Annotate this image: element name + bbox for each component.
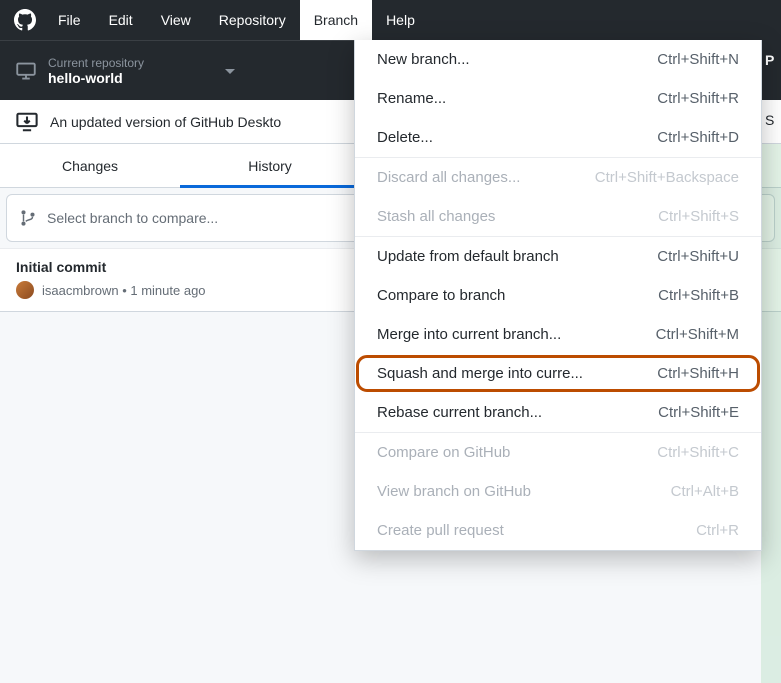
menu-item-shortcut: Ctrl+Alt+B	[671, 483, 739, 500]
menu-item-label: Stash all changes	[377, 208, 495, 225]
menu-edit[interactable]: Edit	[95, 0, 147, 40]
menu-view[interactable]: View	[147, 0, 205, 40]
current-repository-selector[interactable]: Current repository hello-world	[0, 41, 252, 100]
branch-menu-update-from-default-branch[interactable]: Update from default branch Ctrl+Shift+U	[355, 237, 761, 276]
menu-item-shortcut: Ctrl+R	[696, 522, 739, 539]
menu-item-shortcut: Ctrl+Shift+H	[657, 365, 739, 382]
menu-item-label: View branch on GitHub	[377, 483, 531, 500]
banner-text: An updated version of GitHub Deskto	[50, 114, 281, 130]
branch-menu-merge-into-current-branch[interactable]: Merge into current branch... Ctrl+Shift+M	[355, 315, 761, 354]
branch-menu-rebase-current-branch[interactable]: Rebase current branch... Ctrl+Shift+E	[355, 393, 761, 432]
menu-item-label: Compare on GitHub	[377, 444, 510, 461]
menu-item-shortcut: Ctrl+Shift+N	[657, 51, 739, 68]
branch-menu-compare-on-github: Compare on GitHub Ctrl+Shift+C	[355, 433, 761, 472]
branch-menu-discard-all-changes: Discard all changes... Ctrl+Shift+Backspa…	[355, 158, 761, 197]
branch-menu-squash-and-merge-into-curre[interactable]: Squash and merge into curre... Ctrl+Shift…	[355, 354, 761, 393]
github-logo-icon	[14, 9, 36, 31]
menu-help[interactable]: Help	[372, 0, 429, 40]
tab-history[interactable]: History	[180, 144, 360, 187]
menu-item-label: Rebase current branch...	[377, 404, 542, 421]
clipped-detail-pane	[761, 144, 781, 683]
menu-item-shortcut: Ctrl+Shift+R	[657, 90, 739, 107]
menu-item-label: New branch...	[377, 51, 470, 68]
menu-item-label: Delete...	[377, 129, 433, 146]
chevron-down-icon	[144, 65, 236, 77]
branch-select-placeholder: Select branch to compare...	[47, 210, 218, 226]
menu-item-label: Rename...	[377, 90, 446, 107]
menu-item-shortcut: Ctrl+Shift+B	[658, 287, 739, 304]
menu-item-shortcut: Ctrl+Shift+Backspace	[595, 169, 739, 186]
commit-time: 1 minute ago	[130, 283, 205, 298]
repo-label: Current repository	[48, 56, 144, 70]
branch-menu-new-branch[interactable]: New branch... Ctrl+Shift+N	[355, 40, 761, 79]
branch-menu-compare-to-branch[interactable]: Compare to branch Ctrl+Shift+B	[355, 276, 761, 315]
download-icon	[16, 111, 38, 133]
menu-item-label: Discard all changes...	[377, 169, 520, 186]
commit-author: isaacmbrown	[42, 283, 119, 298]
menu-item-shortcut: Ctrl+Shift+E	[658, 404, 739, 421]
branch-menu-dropdown: New branch... Ctrl+Shift+N Rename... Ctrl+S…	[354, 40, 762, 551]
avatar	[16, 281, 34, 299]
menu-item-label: Create pull request	[377, 522, 504, 539]
menubar: FileEditViewRepositoryBranchHelp	[0, 0, 781, 40]
right-clipped-area: P S	[761, 40, 781, 683]
menu-repository[interactable]: Repository	[205, 0, 300, 40]
menu-item-label: Merge into current branch...	[377, 326, 561, 343]
menu-item-shortcut: Ctrl+Shift+U	[657, 248, 739, 265]
branch-menu-view-branch-on-github: View branch on GitHub Ctrl+Alt+B	[355, 472, 761, 511]
menu-item-shortcut: Ctrl+Shift+C	[657, 444, 739, 461]
branch-menu-create-pull-request: Create pull request Ctrl+R	[355, 511, 761, 550]
clipped-toolbar: P	[761, 40, 781, 100]
menu-item-label: Squash and merge into curre...	[377, 365, 583, 382]
menu-item-label: Compare to branch	[377, 287, 505, 304]
repo-value: hello-world	[48, 70, 144, 86]
branch-menu-stash-all-changes: Stash all changes Ctrl+Shift+S	[355, 197, 761, 236]
menu-branch[interactable]: Branch	[300, 0, 372, 40]
git-branch-icon	[19, 209, 37, 227]
branch-menu-delete[interactable]: Delete... Ctrl+Shift+D	[355, 118, 761, 157]
menu-item-shortcut: Ctrl+Shift+M	[656, 326, 739, 343]
monitor-icon	[16, 61, 36, 81]
branch-menu-rename[interactable]: Rename... Ctrl+Shift+R	[355, 79, 761, 118]
tab-changes[interactable]: Changes	[0, 144, 180, 187]
menu-file[interactable]: File	[44, 0, 95, 40]
menu-item-shortcut: Ctrl+Shift+S	[658, 208, 739, 225]
menu-item-label: Update from default branch	[377, 248, 559, 265]
menu-item-shortcut: Ctrl+Shift+D	[657, 129, 739, 146]
clipped-banner: S	[761, 100, 781, 144]
